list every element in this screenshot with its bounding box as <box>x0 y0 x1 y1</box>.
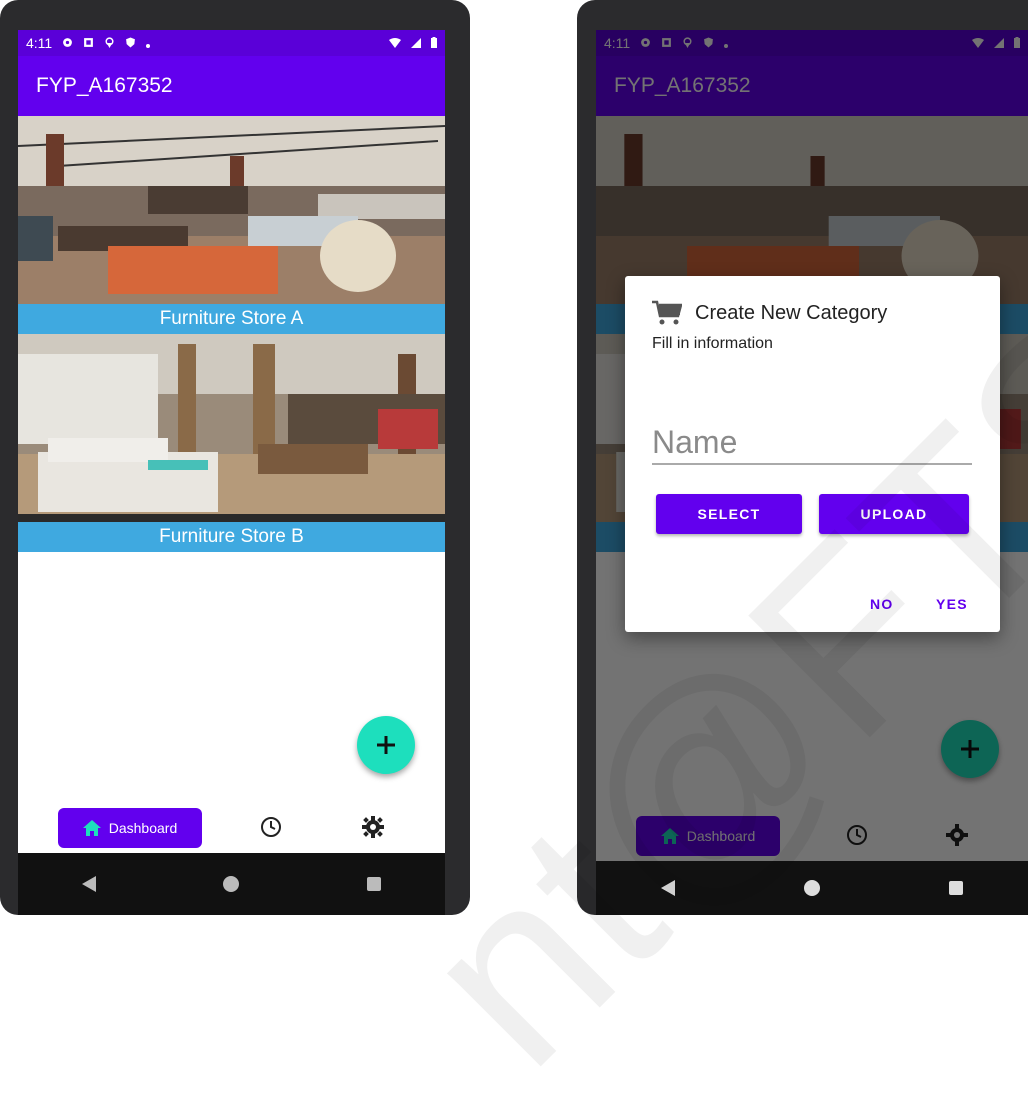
upload-label: UPLOAD <box>860 506 928 522</box>
store-a-label-text: Furniture Store A <box>159 308 304 329</box>
phone-right: 4:11 FYP_A167352 <box>577 0 1028 915</box>
create-category-dialog: Create New Category Fill in information … <box>625 276 1000 632</box>
screen: 4:11 FYP_A167352 <box>596 30 1028 861</box>
home-circle-icon[interactable] <box>223 876 240 892</box>
screen: 4:11 FYP_A167352 <box>18 30 445 853</box>
wifi-icon <box>389 35 401 51</box>
store-b-label-text: Furniture Store B <box>159 526 304 547</box>
status-time: 4:11 <box>26 35 53 51</box>
store-b-label[interactable]: Furniture Store B <box>18 522 445 552</box>
home-icon <box>82 820 101 836</box>
add-fab-button[interactable] <box>357 716 415 774</box>
system-navigation-bar <box>596 861 1028 915</box>
signal-icon <box>411 35 421 51</box>
system-navigation-bar <box>18 853 445 915</box>
status-bar: 4:11 <box>18 30 445 56</box>
dialog-subtitle: Fill in information <box>652 335 773 352</box>
select-label: SELECT <box>697 506 761 522</box>
gear-icon <box>362 816 384 838</box>
recents-icon[interactable] <box>949 881 964 895</box>
clock-icon <box>261 817 281 837</box>
no-button[interactable]: NO <box>870 596 894 612</box>
back-icon[interactable] <box>660 880 675 896</box>
battery-icon <box>431 35 437 51</box>
app-title: FYP_A167352 <box>36 74 173 97</box>
nav-dashboard-button[interactable]: Dashboard <box>58 808 202 848</box>
nav-history-button[interactable] <box>260 816 282 843</box>
home-circle-icon[interactable] <box>803 880 820 896</box>
back-icon[interactable] <box>81 876 96 892</box>
recents-icon[interactable] <box>367 877 382 891</box>
nav-settings-button[interactable] <box>362 816 384 843</box>
store-b-image[interactable] <box>18 334 445 522</box>
store-a-image[interactable] <box>18 116 445 304</box>
select-button[interactable]: SELECT <box>656 494 802 534</box>
name-input[interactable]: Name <box>652 424 972 465</box>
phone-left: 4:11 FYP_A167352 Furniture Store A Furni… <box>0 0 470 915</box>
plus-icon <box>377 736 395 754</box>
store-a-label[interactable]: Furniture Store A <box>18 304 445 334</box>
upload-button[interactable]: UPLOAD <box>819 494 969 534</box>
cart-icon <box>652 300 682 325</box>
photo-status-icon <box>83 35 94 51</box>
yes-button[interactable]: YES <box>936 596 968 612</box>
location-status-icon <box>104 35 115 51</box>
app-bar: FYP_A167352 <box>18 56 445 116</box>
dialog-title: Create New Category <box>695 302 888 324</box>
nav-dashboard-label: Dashboard <box>108 820 178 836</box>
settings-status-icon <box>62 35 73 51</box>
dot-status-icon <box>146 35 151 51</box>
bottom-navigation: Dashboard <box>18 803 445 853</box>
shield-status-icon <box>125 35 136 51</box>
